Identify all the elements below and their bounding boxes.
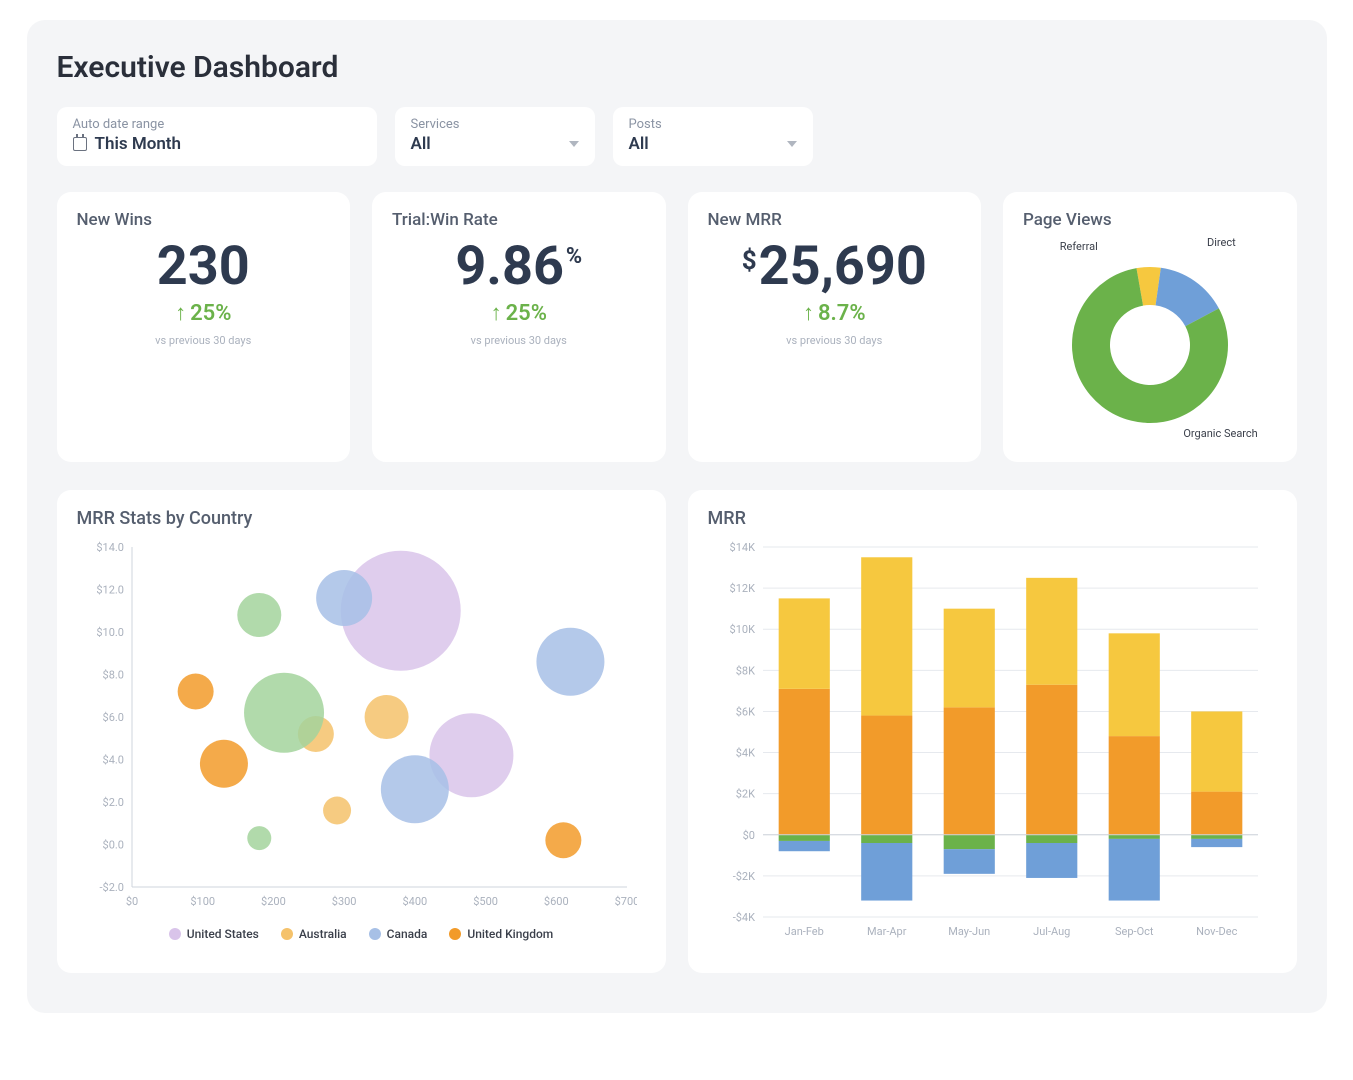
kpi-title: Trial:Win Rate [392, 210, 646, 230]
svg-text:$4.0: $4.0 [102, 754, 123, 767]
donut-label-organic: Organic Search [1183, 427, 1257, 440]
svg-text:$6.0: $6.0 [102, 711, 123, 724]
filter-posts[interactable]: Posts All [613, 107, 813, 166]
kpi-value: 9.86 [455, 240, 564, 294]
arrow-up-icon: ↑ [803, 300, 814, 326]
legend-label: Canada [387, 927, 428, 941]
svg-text:$400: $400 [402, 895, 427, 908]
svg-text:$8.0: $8.0 [102, 669, 123, 682]
kpi-change: ↑25% [392, 300, 646, 326]
kpi-card-page-views: Page Views Referral Direct Organic Searc… [1003, 192, 1297, 462]
kpi-value: 230 [157, 240, 250, 294]
legend-dot-icon [369, 928, 381, 940]
charts-row: MRR Stats by Country -$2.0 $0.0 $2.0 $4.0 $6… [57, 490, 1297, 973]
legend-item: Canada [369, 927, 428, 941]
kpi-title: New Wins [77, 210, 331, 230]
svg-text:$300: $300 [331, 895, 356, 908]
kpi-title: Page Views [1023, 210, 1277, 230]
svg-text:$14K: $14K [729, 541, 755, 554]
chart-card-bar: MRR -$4K -$2K $0 $2K $4K $6K $8K $10K $12K $14K Ja… [688, 490, 1297, 973]
filter-services-value: All [411, 134, 431, 154]
svg-text:$0: $0 [125, 895, 137, 908]
dashboard-container: Executive Dashboard Auto date range This… [27, 20, 1327, 1013]
svg-text:$2K: $2K [735, 788, 754, 801]
calendar-icon [73, 137, 87, 151]
bubble-chart: -$2.0 $0.0 $2.0 $4.0 $6.0 $8.0 $10.0 $12.0 $14.0… [77, 537, 637, 917]
filter-date-label: Auto date range [73, 117, 361, 132]
legend-label: Australia [299, 927, 347, 941]
chevron-down-icon [569, 141, 579, 147]
filter-services-label: Services [411, 117, 579, 132]
svg-text:$700: $700 [614, 895, 636, 908]
legend-item: Australia [281, 927, 347, 941]
kpi-card-new-mrr: New MRR $ 25,690 ↑8.7% vs previous 30 da… [688, 192, 982, 462]
svg-text:Sep-Oct: Sep-Oct [1114, 925, 1153, 938]
kpi-footnote: vs previous 30 days [708, 334, 962, 347]
svg-text:-$2.0: -$2.0 [99, 881, 124, 894]
svg-text:$12.0: $12.0 [96, 584, 124, 597]
kpi-prefix: $ [742, 248, 757, 274]
svg-text:$200: $200 [261, 895, 286, 908]
donut-chart: Referral Direct Organic Search [1050, 240, 1250, 440]
legend-item: United Kingdom [449, 927, 553, 941]
kpi-title: New MRR [708, 210, 962, 230]
kpi-change: ↑25% [77, 300, 331, 326]
svg-text:$4K: $4K [735, 747, 754, 760]
svg-text:$0: $0 [742, 829, 754, 842]
filters-row: Auto date range This Month Services All … [57, 107, 1297, 166]
svg-text:Jul-Aug: Jul-Aug [1033, 925, 1070, 938]
filter-date-value: This Month [95, 134, 182, 154]
kpi-cards-row: New Wins 230 ↑25% vs previous 30 days Tr… [57, 192, 1297, 462]
filter-posts-label: Posts [629, 117, 797, 132]
chart-card-bubble: MRR Stats by Country -$2.0 $0.0 $2.0 $4.0 $6… [57, 490, 666, 973]
svg-text:-$2K: -$2K [732, 870, 754, 883]
svg-text:$8K: $8K [735, 664, 754, 677]
legend-item: United States [169, 927, 259, 941]
legend-label: United States [187, 927, 259, 941]
svg-text:$600: $600 [543, 895, 568, 908]
filter-posts-value: All [629, 134, 649, 154]
filter-services[interactable]: Services All [395, 107, 595, 166]
kpi-value: 25,690 [759, 240, 927, 294]
filter-date-range[interactable]: Auto date range This Month [57, 107, 377, 166]
kpi-card-trial-rate: Trial:Win Rate 9.86 % ↑25% vs previous 3… [372, 192, 666, 462]
legend-label: United Kingdom [467, 927, 553, 941]
svg-text:$14.0: $14.0 [96, 541, 124, 554]
chart-title: MRR [708, 508, 1277, 529]
kpi-card-new-wins: New Wins 230 ↑25% vs previous 30 days [57, 192, 351, 462]
legend-dot-icon [449, 928, 461, 940]
bar-chart: -$4K -$2K $0 $2K $4K $6K $8K $10K $12K $14K Jan-Fe… [708, 537, 1268, 947]
svg-text:$100: $100 [190, 895, 215, 908]
svg-text:$0.0: $0.0 [102, 839, 123, 852]
svg-text:Nov-Dec: Nov-Dec [1196, 925, 1237, 938]
donut-label-direct: Direct [1207, 236, 1236, 249]
page-title: Executive Dashboard [57, 50, 1297, 85]
kpi-suffix: % [566, 246, 582, 268]
arrow-up-icon: ↑ [175, 300, 186, 326]
svg-text:May-Jun: May-Jun [948, 925, 990, 938]
svg-text:Jan-Feb: Jan-Feb [784, 925, 823, 938]
legend-dot-icon [281, 928, 293, 940]
svg-text:$2.0: $2.0 [102, 796, 123, 809]
chevron-down-icon [787, 141, 797, 147]
svg-text:$10K: $10K [729, 623, 755, 636]
kpi-change: ↑8.7% [708, 300, 962, 326]
svg-text:Mar-Apr: Mar-Apr [867, 925, 907, 938]
svg-text:$10.0: $10.0 [96, 626, 124, 639]
svg-text:-$4K: -$4K [732, 911, 754, 924]
kpi-footnote: vs previous 30 days [77, 334, 331, 347]
svg-text:$6K: $6K [735, 705, 754, 718]
arrow-up-icon: ↑ [491, 300, 502, 326]
kpi-footnote: vs previous 30 days [392, 334, 646, 347]
svg-text:$500: $500 [473, 895, 498, 908]
bubble-legend: United States Australia Canada United Kingd… [77, 927, 646, 941]
chart-title: MRR Stats by Country [77, 508, 646, 529]
svg-text:$12K: $12K [729, 582, 755, 595]
legend-dot-icon [169, 928, 181, 940]
donut-label-referral: Referral [1060, 240, 1098, 253]
